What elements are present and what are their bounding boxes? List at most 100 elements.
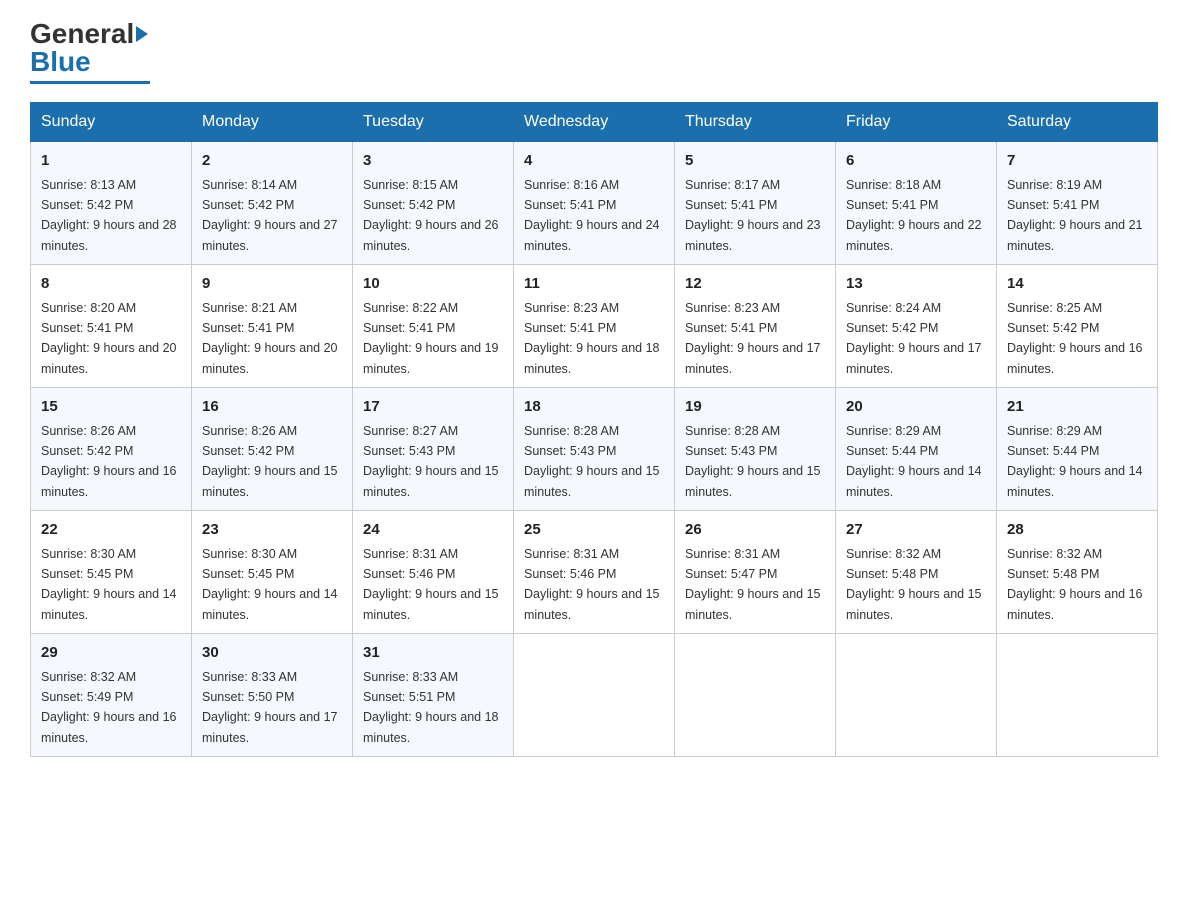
day-number: 4 [524, 150, 664, 173]
day-number: 16 [202, 396, 342, 419]
day-number: 10 [363, 273, 503, 296]
day-info: Sunrise: 8:30 AMSunset: 5:45 PMDaylight:… [41, 547, 177, 622]
weekday-header-cell: Sunday [31, 103, 192, 142]
day-number: 3 [363, 150, 503, 173]
day-number: 24 [363, 519, 503, 542]
calendar-body: 1 Sunrise: 8:13 AMSunset: 5:42 PMDaylight… [31, 142, 1158, 757]
logo-general-text: General [30, 20, 134, 48]
day-number: 26 [685, 519, 825, 542]
calendar-cell [997, 634, 1158, 757]
calendar-cell [836, 634, 997, 757]
calendar-cell: 4Sunrise: 8:16 AMSunset: 5:41 PMDaylight… [514, 142, 675, 265]
calendar-cell [514, 634, 675, 757]
weekday-header-cell: Saturday [997, 103, 1158, 142]
day-number: 18 [524, 396, 664, 419]
calendar-cell: 2 Sunrise: 8:14 AMSunset: 5:42 PMDaylight… [192, 142, 353, 265]
calendar-cell: 14Sunrise: 8:25 AMSunset: 5:42 PMDayligh… [997, 265, 1158, 388]
day-info: Sunrise: 8:31 AMSunset: 5:46 PMDaylight:… [363, 547, 499, 622]
day-info: Sunrise: 8:29 AMSunset: 5:44 PMDaylight:… [846, 424, 982, 499]
logo-underline [30, 81, 150, 84]
day-info: Sunrise: 8:14 AMSunset: 5:42 PMDaylight:… [202, 178, 338, 253]
calendar-cell: 5 Sunrise: 8:17 AMSunset: 5:41 PMDaylight… [675, 142, 836, 265]
calendar-cell: 9Sunrise: 8:21 AMSunset: 5:41 PMDaylight… [192, 265, 353, 388]
calendar-week-row: 29 Sunrise: 8:32 AMSunset: 5:49 PMDayligh… [31, 634, 1158, 757]
day-info: Sunrise: 8:26 AMSunset: 5:42 PMDaylight:… [202, 424, 338, 499]
calendar-cell: 13 Sunrise: 8:24 AMSunset: 5:42 PMDayligh… [836, 265, 997, 388]
day-info: Sunrise: 8:32 AMSunset: 5:49 PMDaylight:… [41, 670, 177, 745]
day-number: 31 [363, 642, 503, 665]
weekday-header-cell: Friday [836, 103, 997, 142]
day-number: 27 [846, 519, 986, 542]
day-info: Sunrise: 8:32 AMSunset: 5:48 PMDaylight:… [846, 547, 982, 622]
day-info: Sunrise: 8:28 AMSunset: 5:43 PMDaylight:… [685, 424, 821, 499]
logo-triangle-icon [136, 26, 148, 42]
day-info: Sunrise: 8:24 AMSunset: 5:42 PMDaylight:… [846, 301, 982, 376]
day-number: 14 [1007, 273, 1147, 296]
day-number: 5 [685, 150, 825, 173]
day-info: Sunrise: 8:22 AMSunset: 5:41 PMDaylight:… [363, 301, 499, 376]
calendar-cell: 28 Sunrise: 8:32 AMSunset: 5:48 PMDayligh… [997, 511, 1158, 634]
calendar-cell: 18 Sunrise: 8:28 AMSunset: 5:43 PMDayligh… [514, 388, 675, 511]
weekday-header-cell: Monday [192, 103, 353, 142]
calendar-cell: 25 Sunrise: 8:31 AMSunset: 5:46 PMDayligh… [514, 511, 675, 634]
calendar-cell: 24 Sunrise: 8:31 AMSunset: 5:46 PMDayligh… [353, 511, 514, 634]
calendar-cell: 1 Sunrise: 8:13 AMSunset: 5:42 PMDaylight… [31, 142, 192, 265]
calendar-cell: 7 Sunrise: 8:19 AMSunset: 5:41 PMDaylight… [997, 142, 1158, 265]
day-info: Sunrise: 8:17 AMSunset: 5:41 PMDaylight:… [685, 178, 821, 253]
calendar-cell [675, 634, 836, 757]
calendar-cell: 16 Sunrise: 8:26 AMSunset: 5:42 PMDayligh… [192, 388, 353, 511]
day-number: 8 [41, 273, 181, 296]
calendar-cell: 17Sunrise: 8:27 AMSunset: 5:43 PMDayligh… [353, 388, 514, 511]
calendar-cell: 22 Sunrise: 8:30 AMSunset: 5:45 PMDayligh… [31, 511, 192, 634]
day-info: Sunrise: 8:29 AMSunset: 5:44 PMDaylight:… [1007, 424, 1143, 499]
calendar-cell: 11Sunrise: 8:23 AMSunset: 5:41 PMDayligh… [514, 265, 675, 388]
day-info: Sunrise: 8:33 AMSunset: 5:51 PMDaylight:… [363, 670, 499, 745]
day-info: Sunrise: 8:23 AMSunset: 5:41 PMDaylight:… [685, 301, 821, 376]
calendar-cell: 21 Sunrise: 8:29 AMSunset: 5:44 PMDayligh… [997, 388, 1158, 511]
calendar-cell: 8 Sunrise: 8:20 AMSunset: 5:41 PMDaylight… [31, 265, 192, 388]
weekday-header-cell: Thursday [675, 103, 836, 142]
day-number: 1 [41, 150, 181, 173]
calendar-cell: 3 Sunrise: 8:15 AMSunset: 5:42 PMDaylight… [353, 142, 514, 265]
calendar-week-row: 1 Sunrise: 8:13 AMSunset: 5:42 PMDaylight… [31, 142, 1158, 265]
calendar-cell: 31 Sunrise: 8:33 AMSunset: 5:51 PMDayligh… [353, 634, 514, 757]
day-number: 19 [685, 396, 825, 419]
weekday-header-row: SundayMondayTuesdayWednesdayThursdayFrid… [31, 103, 1158, 142]
day-info: Sunrise: 8:33 AMSunset: 5:50 PMDaylight:… [202, 670, 338, 745]
day-info: Sunrise: 8:31 AMSunset: 5:46 PMDaylight:… [524, 547, 660, 622]
page-header: General Blue [30, 20, 1158, 84]
day-info: Sunrise: 8:23 AMSunset: 5:41 PMDaylight:… [524, 301, 660, 376]
day-info: Sunrise: 8:13 AMSunset: 5:42 PMDaylight:… [41, 178, 177, 253]
weekday-header-cell: Tuesday [353, 103, 514, 142]
day-info: Sunrise: 8:19 AMSunset: 5:41 PMDaylight:… [1007, 178, 1143, 253]
day-number: 30 [202, 642, 342, 665]
day-number: 7 [1007, 150, 1147, 173]
day-number: 22 [41, 519, 181, 542]
day-info: Sunrise: 8:26 AMSunset: 5:42 PMDaylight:… [41, 424, 177, 499]
calendar-cell: 10 Sunrise: 8:22 AMSunset: 5:41 PMDayligh… [353, 265, 514, 388]
calendar-cell: 26Sunrise: 8:31 AMSunset: 5:47 PMDayligh… [675, 511, 836, 634]
calendar-cell: 15 Sunrise: 8:26 AMSunset: 5:42 PMDayligh… [31, 388, 192, 511]
day-number: 2 [202, 150, 342, 173]
day-info: Sunrise: 8:32 AMSunset: 5:48 PMDaylight:… [1007, 547, 1143, 622]
day-info: Sunrise: 8:20 AMSunset: 5:41 PMDaylight:… [41, 301, 177, 376]
day-number: 17 [363, 396, 503, 419]
day-number: 13 [846, 273, 986, 296]
day-number: 15 [41, 396, 181, 419]
day-number: 25 [524, 519, 664, 542]
day-number: 20 [846, 396, 986, 419]
day-info: Sunrise: 8:30 AMSunset: 5:45 PMDaylight:… [202, 547, 338, 622]
day-info: Sunrise: 8:18 AMSunset: 5:41 PMDaylight:… [846, 178, 982, 253]
calendar-cell: 12Sunrise: 8:23 AMSunset: 5:41 PMDayligh… [675, 265, 836, 388]
day-info: Sunrise: 8:15 AMSunset: 5:42 PMDaylight:… [363, 178, 499, 253]
day-info: Sunrise: 8:21 AMSunset: 5:41 PMDaylight:… [202, 301, 338, 376]
calendar-cell: 6Sunrise: 8:18 AMSunset: 5:41 PMDaylight… [836, 142, 997, 265]
weekday-header-cell: Wednesday [514, 103, 675, 142]
day-number: 21 [1007, 396, 1147, 419]
calendar-cell: 23Sunrise: 8:30 AMSunset: 5:45 PMDayligh… [192, 511, 353, 634]
day-number: 28 [1007, 519, 1147, 542]
calendar-week-row: 15 Sunrise: 8:26 AMSunset: 5:42 PMDayligh… [31, 388, 1158, 511]
day-number: 29 [41, 642, 181, 665]
day-info: Sunrise: 8:28 AMSunset: 5:43 PMDaylight:… [524, 424, 660, 499]
logo-blue-text: Blue [30, 46, 91, 78]
